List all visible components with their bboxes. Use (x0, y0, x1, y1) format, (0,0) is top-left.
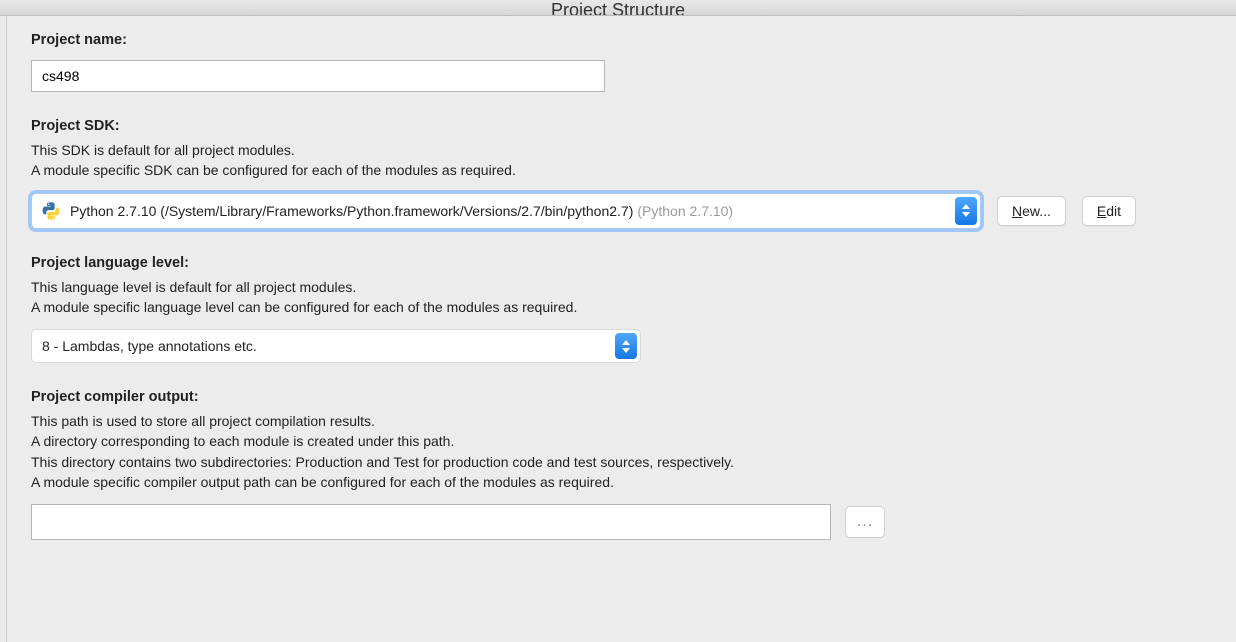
compiler-output-desc1: This path is used to store all project c… (31, 411, 1212, 431)
language-level-combobox[interactable]: 8 - Lambdas, type annotations etc. (31, 329, 641, 363)
compiler-output-browse-button[interactable]: ... (845, 506, 885, 538)
project-sdk-section: Project SDK: This SDK is default for all… (31, 118, 1212, 229)
language-level-label: Project language level: (31, 255, 1212, 271)
language-level-section: Project language level: This language le… (31, 255, 1212, 364)
combobox-stepper-icon (615, 333, 637, 359)
sdk-new-button[interactable]: New... (997, 196, 1066, 226)
compiler-output-desc2: A directory corresponding to each module… (31, 431, 1212, 451)
language-level-desc2: A module specific language level can be … (31, 297, 1212, 317)
project-name-section: Project name: (31, 32, 1212, 92)
compiler-output-desc4: A module specific compiler output path c… (31, 472, 1212, 492)
sdk-edit-button[interactable]: Edit (1082, 196, 1136, 226)
language-level-desc1: This language level is default for all p… (31, 277, 1212, 297)
window-titlebar: Project Structure (0, 0, 1236, 16)
python-icon (40, 200, 62, 222)
combobox-stepper-icon (955, 197, 977, 225)
compiler-output-section: Project compiler output: This path is us… (31, 389, 1212, 540)
compiler-output-desc3: This directory contains two subdirectori… (31, 452, 1212, 472)
project-sdk-selected: Python 2.7.10 (/System/Library/Framework… (70, 203, 633, 219)
project-name-label: Project name: (31, 32, 1212, 48)
language-level-selected: 8 - Lambdas, type annotations etc. (42, 338, 257, 354)
project-name-input[interactable] (31, 60, 605, 92)
project-sdk-label: Project SDK: (31, 118, 1212, 134)
project-sdk-hint: (Python 2.7.10) (637, 203, 733, 219)
sdk-edit-label-rest: dit (1106, 203, 1121, 219)
window-title: Project Structure (551, 0, 685, 16)
project-sdk-desc2: A module specific SDK can be configured … (31, 160, 1212, 180)
compiler-output-label: Project compiler output: (31, 389, 1212, 405)
sdk-new-label-rest: ew... (1022, 203, 1051, 219)
dialog-content: Project name: Project SDK: This SDK is d… (6, 16, 1236, 642)
compiler-output-input[interactable] (31, 504, 831, 540)
project-sdk-combobox[interactable]: Python 2.7.10 (/System/Library/Framework… (31, 193, 981, 229)
project-sdk-desc1: This SDK is default for all project modu… (31, 140, 1212, 160)
